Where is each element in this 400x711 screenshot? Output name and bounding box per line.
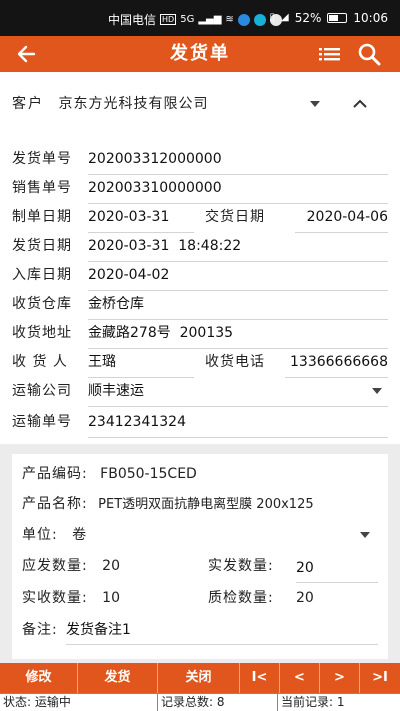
carrier-name: 中国电信 [108, 13, 157, 27]
warehouse-input[interactable]: 金桥仓库 [88, 289, 388, 320]
wifi-icon: ≋ [225, 13, 234, 25]
clock: 10:06 [353, 11, 388, 25]
record-total: 记录总数: 8 [158, 694, 278, 711]
field-warehouse: 收货仓库 金桥仓库 [12, 289, 388, 320]
battery-percent: 52% [294, 11, 322, 25]
field-tracking: 运输单号 23412341324 [12, 407, 388, 438]
record-current: 当前记录: 1 [281, 695, 345, 709]
warehouse-label: 收货仓库 [12, 296, 72, 312]
list-icon[interactable] [318, 42, 342, 66]
product-code-row: 产品编码: FB050-15CED [22, 460, 378, 488]
receiver-input[interactable]: 王璐 [88, 347, 194, 378]
qty-row-1: 应发数量: 20 实发数量: 20 [22, 552, 378, 583]
customer-label: 客户 [12, 96, 44, 112]
qty-inspected-label: 质检数量: [208, 590, 274, 606]
qty-due-label: 应发数量: [22, 558, 88, 574]
status-right-group: ▯ ◢ 52% 10:06 [270, 11, 388, 25]
unit-value: 卷 [72, 527, 87, 543]
product-code-label: 产品编码: [22, 466, 88, 482]
field-ship-no: 发货单号 202003312000000 [12, 144, 388, 175]
product-name-value: PET透明双面抗静电离型膜 200x125 [98, 497, 314, 512]
field-stock-in-date: 入库日期 2020-04-02 [12, 260, 388, 291]
ship-no-input[interactable]: 202003312000000 [88, 144, 388, 175]
remark-input[interactable]: 发货备注1 [66, 616, 378, 645]
chevron-up-icon[interactable] [350, 94, 370, 114]
qq-notification-icon [253, 13, 266, 26]
last-record-button[interactable]: >I [360, 663, 400, 693]
bottom-toolbar: 修改 发货 关闭 I< < > >I [0, 663, 400, 693]
address-input[interactable]: 金藏路278号 200135 [88, 318, 388, 349]
field-sales-no: 销售单号 202003310000000 [12, 173, 388, 204]
app-notification-icon [237, 13, 250, 26]
address-label: 收货地址 [12, 325, 72, 341]
search-icon[interactable] [356, 41, 382, 67]
stock-in-date-input[interactable]: 2020-04-02 [88, 260, 388, 291]
close-button[interactable]: 关闭 [158, 663, 240, 693]
product-code-value: FB050-15CED [100, 466, 197, 482]
signal-icon: ▂▄▆ [198, 13, 222, 25]
field-carrier: 运输公司 顺丰速运 [12, 376, 388, 407]
prev-record-button[interactable]: < [280, 663, 320, 693]
customer-select[interactable]: 客户 京东方光科技有限公司 [12, 90, 332, 118]
phone-label: 收货电话 [205, 354, 265, 370]
customer-value: 京东方光科技有限公司 [58, 96, 209, 112]
network-type: 5G [180, 13, 195, 25]
edit-button[interactable]: 修改 [0, 663, 78, 693]
qty-row-2: 实收数量: 10 质检数量: 20 [22, 584, 378, 612]
next-record-button[interactable]: > [320, 663, 360, 693]
app-bar: 发货单 [0, 36, 400, 72]
chevron-down-icon[interactable] [372, 388, 382, 394]
product-detail-card: 产品编码: FB050-15CED 产品名称: PET透明双面抗静电离型膜 20… [12, 454, 388, 659]
record-status-line: 状态: 运输中 记录总数: 8 当前记录: 1 [0, 693, 400, 711]
product-name-label: 产品名称: [22, 496, 88, 512]
ship-date-label: 发货日期 [12, 238, 72, 254]
create-date-label: 制单日期 [12, 209, 72, 225]
sales-no-label: 销售单号 [12, 180, 72, 196]
phone-input[interactable]: 13366666668 [285, 347, 388, 378]
carrier-group: 中国电信 HD 5G ▂▄▆ ≋ [108, 11, 282, 28]
unit-label: 单位: [22, 527, 58, 543]
product-name-row: 产品名称: PET透明双面抗静电离型膜 200x125 [22, 490, 382, 518]
delivery-date-input[interactable]: 2020-04-06 [295, 202, 388, 233]
carrier-label: 运输公司 [12, 383, 72, 399]
tracking-input[interactable]: 23412341324 [88, 407, 388, 438]
unit-row[interactable]: 单位: 卷 [22, 521, 378, 549]
field-ship-date: 发货日期 2020-03-31 18:48:22 [12, 231, 388, 262]
stock-in-date-label: 入库日期 [12, 267, 72, 283]
field-address: 收货地址 金藏路278号 200135 [12, 318, 388, 349]
cell-signal-icon: ◢ [281, 12, 289, 23]
qty-received-value: 10 [102, 590, 120, 606]
vibrate-icon: ▯ [269, 12, 276, 23]
qty-sent-input[interactable]: 20 [296, 554, 378, 583]
create-date-input[interactable]: 2020-03-31 [88, 202, 194, 233]
ship-date-input[interactable]: 2020-03-31 18:48:22 [88, 231, 388, 262]
hd-badge: HD [160, 14, 177, 25]
order-header-card: 客户 京东方光科技有限公司 发货单号 202003312000000 销售单号 … [0, 72, 400, 444]
remark-row: 备注: 发货备注1 [22, 616, 378, 645]
sales-no-input[interactable]: 202003310000000 [88, 173, 388, 204]
carrier-select[interactable]: 顺丰速运 [88, 376, 388, 407]
qty-sent-label: 实发数量: [208, 558, 274, 574]
chevron-down-icon[interactable] [360, 532, 370, 538]
field-dates: 制单日期 2020-03-31 交货日期 2020-04-06 [12, 202, 388, 233]
remark-label: 备注: [22, 622, 58, 638]
qty-due-value: 20 [102, 558, 120, 574]
field-receiver: 收 货 人 王璐 收货电话 13366666668 [12, 347, 388, 378]
receiver-label: 收 货 人 [12, 354, 68, 370]
tracking-label: 运输单号 [12, 414, 72, 430]
system-status-bar: 中国电信 HD 5G ▂▄▆ ≋ ▯ ◢ 52% 10:06 [0, 0, 400, 36]
qty-inspected-value: 20 [296, 590, 314, 606]
delivery-date-label: 交货日期 [205, 209, 265, 225]
record-state: 状态: 运输中 [0, 694, 158, 711]
ship-no-label: 发货单号 [12, 151, 72, 167]
battery-icon [327, 13, 348, 23]
qty-received-label: 实收数量: [22, 590, 88, 606]
chevron-down-icon [310, 101, 320, 107]
first-record-button[interactable]: I< [240, 663, 280, 693]
ship-button[interactable]: 发货 [78, 663, 158, 693]
